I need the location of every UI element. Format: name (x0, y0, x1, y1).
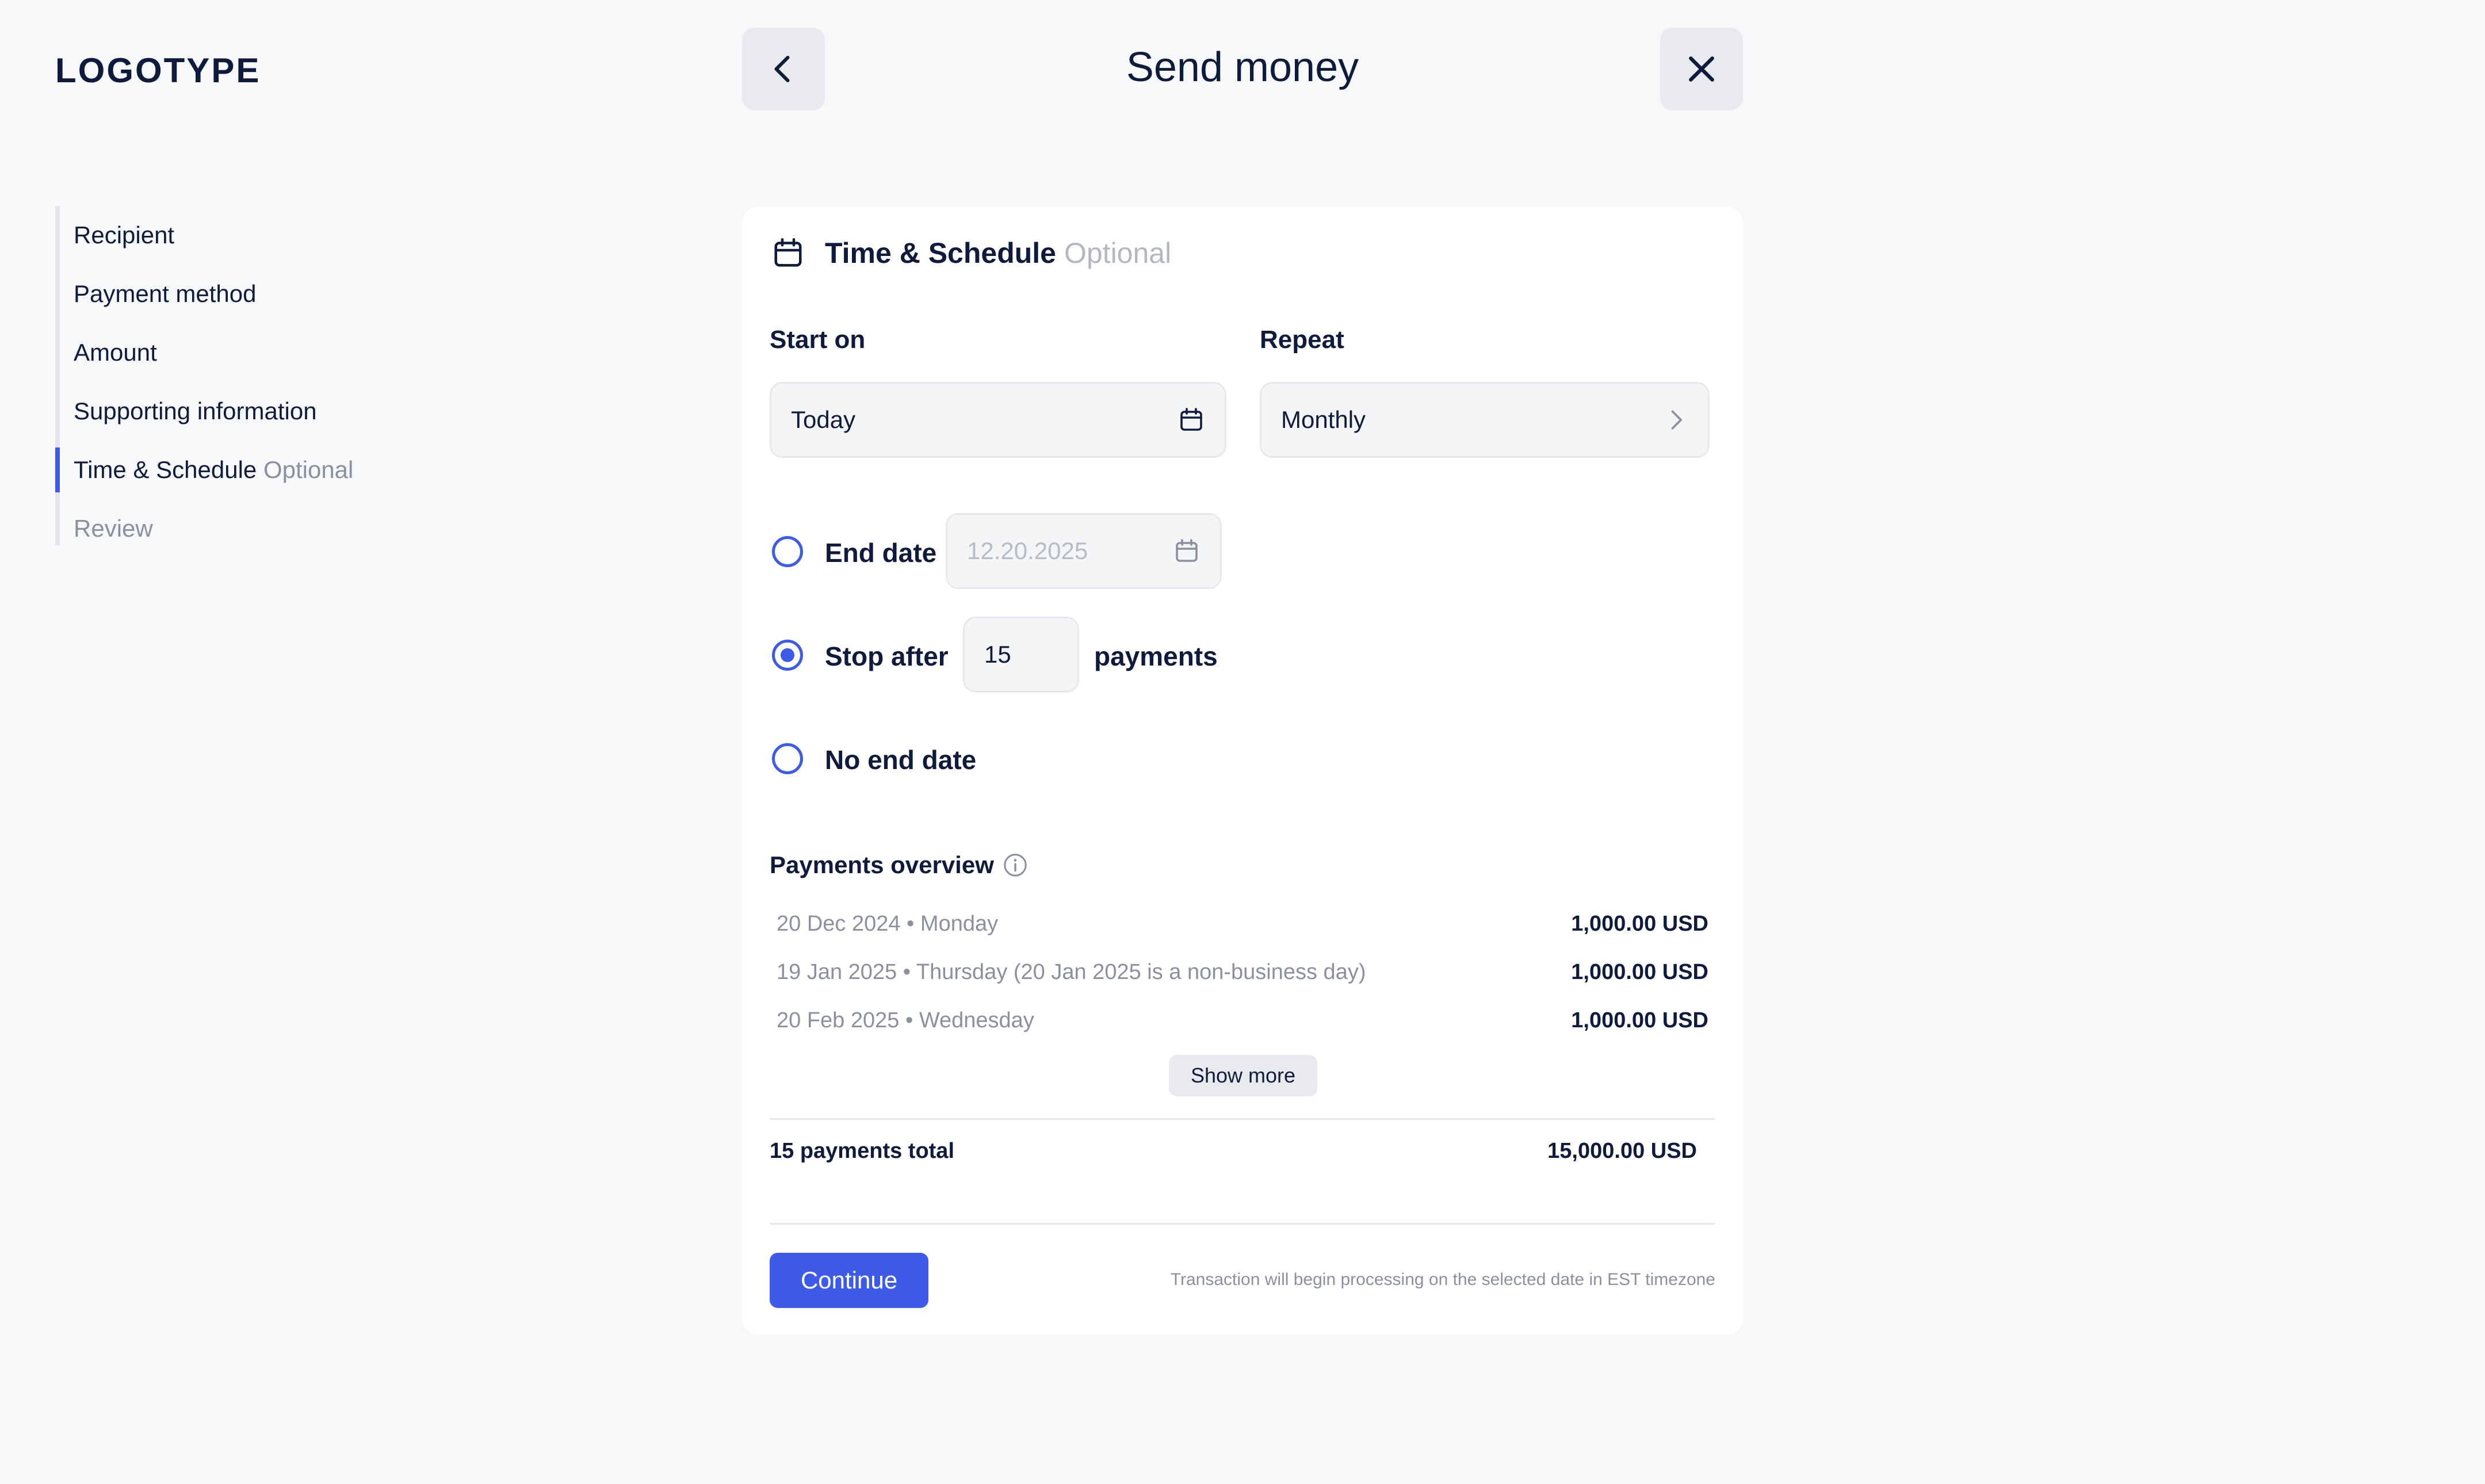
step-label: Amount (74, 339, 157, 366)
step-label: Recipient (74, 221, 175, 248)
payment-date: 20 Feb 2025 • Wednesday (777, 1008, 1034, 1032)
start-on-label: Start on (770, 326, 866, 354)
stop-after-radio[interactable] (772, 640, 803, 671)
step-payment-method[interactable]: Payment method (55, 265, 353, 323)
end-date-placeholder: 12.20.2025 (967, 537, 1088, 564)
no-end-date-label: No end date (825, 745, 977, 775)
calendar-icon (1180, 408, 1202, 431)
step-optional-tag: Optional (263, 456, 354, 483)
back-button[interactable] (742, 28, 825, 110)
section-title: Time & Schedule (825, 237, 1056, 269)
stepper: Recipient Payment method Amount Supporti… (55, 206, 353, 558)
logo: LOGOTYPE (55, 51, 261, 90)
start-on-value: Today (791, 406, 856, 433)
section-optional-tag: Optional (1064, 237, 1172, 269)
continue-button[interactable]: Continue (770, 1253, 928, 1308)
processing-note: Transaction will begin processing on the… (1170, 1270, 1715, 1289)
total-amount: 15,000.00 USD (1547, 1139, 1697, 1163)
divider (770, 1118, 1715, 1120)
step-recipient[interactable]: Recipient (55, 206, 353, 265)
section-header: Time & Schedule Optional (771, 236, 1171, 270)
calendar-icon (774, 238, 802, 267)
no-end-date-radio[interactable] (772, 743, 803, 774)
schedule-card: Time & Schedule Optional Start on Today … (742, 207, 1743, 1334)
payments-suffix: payments (1094, 641, 1218, 671)
info-icon[interactable] (1002, 852, 1029, 878)
step-label: Review (74, 515, 153, 542)
payments-count-value: 15 (984, 641, 1011, 668)
end-date-field[interactable]: 12.20.2025 (946, 513, 1222, 589)
payment-amount: 1,000.00 USD (1571, 1008, 1708, 1032)
divider (770, 1223, 1715, 1225)
payments-overview-title: Payments overview (770, 851, 1029, 879)
step-label: Payment method (74, 280, 257, 307)
start-on-field[interactable]: Today (770, 382, 1226, 458)
repeat-select[interactable]: Monthly (1260, 382, 1710, 458)
step-review[interactable]: Review (55, 499, 353, 558)
payment-row: 20 Dec 2024 • Monday 1,000.00 USD (777, 900, 1708, 948)
show-more-button[interactable]: Show more (1169, 1055, 1317, 1096)
repeat-value: Monthly (1281, 406, 1366, 433)
chevron-right-icon (1671, 410, 1682, 430)
step-label: Supporting information (74, 397, 317, 424)
chevron-left-icon (774, 56, 790, 82)
page-title: Send money (1126, 44, 1359, 90)
payment-amount: 1,000.00 USD (1571, 959, 1708, 984)
end-date-label: End date (825, 538, 937, 568)
calendar-icon (1176, 539, 1198, 562)
payments-count-input[interactable]: 15 (963, 617, 1079, 693)
payment-amount: 1,000.00 USD (1571, 911, 1708, 936)
end-date-radio[interactable] (772, 536, 803, 567)
total-label: 15 payments total (770, 1139, 954, 1163)
stop-after-label: Stop after (825, 641, 949, 671)
repeat-label: Repeat (1260, 326, 1344, 354)
payment-row: 19 Jan 2025 • Thursday (20 Jan 2025 is a… (777, 948, 1708, 996)
step-label: Time & Schedule (74, 456, 257, 483)
payments-total: 15 payments total 15,000.00 USD (770, 1139, 1697, 1164)
step-supporting-information[interactable]: Supporting information (55, 382, 353, 441)
payment-row: 20 Feb 2025 • Wednesday 1,000.00 USD (777, 996, 1708, 1045)
close-icon (1689, 56, 1714, 82)
payment-date: 20 Dec 2024 • Monday (777, 911, 999, 936)
step-amount[interactable]: Amount (55, 323, 353, 382)
step-time-schedule[interactable]: Time & Schedule Optional (55, 441, 353, 499)
payment-date: 19 Jan 2025 • Thursday (20 Jan 2025 is a… (777, 959, 1366, 984)
payments-overview-label: Payments overview (770, 851, 994, 878)
close-button[interactable] (1660, 28, 1743, 110)
